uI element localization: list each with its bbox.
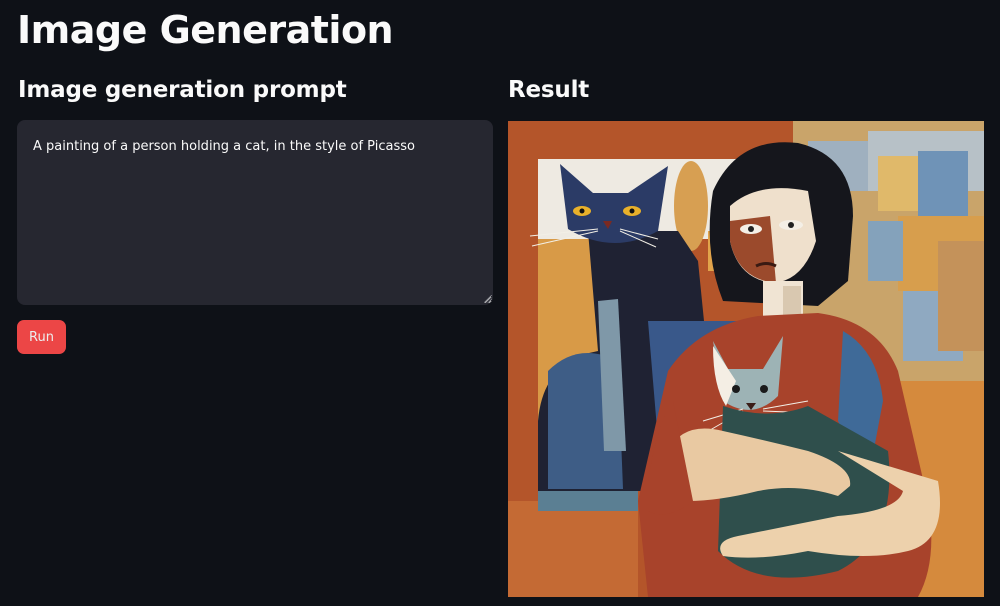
result-heading: Result [508,77,590,103]
resize-grip-icon[interactable] [484,295,492,303]
page-title: Image Generation [17,8,394,52]
prompt-heading: Image generation prompt [18,77,347,103]
result-image [508,121,984,597]
prompt-input[interactable]: A painting of a person holding a cat, in… [17,120,493,305]
run-button[interactable]: Run [17,320,66,354]
